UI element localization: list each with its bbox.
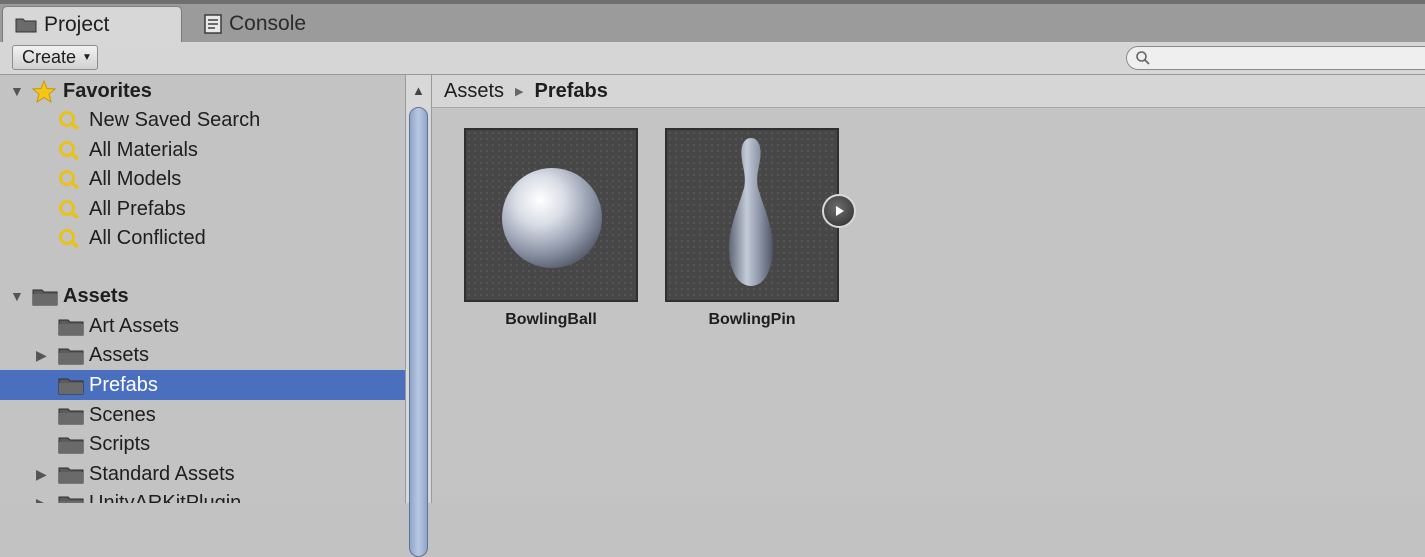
folder-icon <box>58 467 84 484</box>
favorite-item-label: All Conflicted <box>89 226 206 249</box>
folder-item-label: Prefabs <box>89 373 158 396</box>
expand-arrow-icon[interactable]: ▶ <box>36 466 47 483</box>
favorite-item-all-prefabs[interactable]: All Prefabs <box>0 194 405 224</box>
favorite-item-all-models[interactable]: All Models <box>0 164 405 194</box>
saved-search-icon <box>59 111 80 131</box>
expand-arrow-icon[interactable]: ▼ <box>10 83 24 99</box>
folder-icon <box>58 496 84 503</box>
create-dropdown-button[interactable]: Create ▼ <box>12 45 98 70</box>
folder-icon <box>58 437 84 454</box>
saved-search-icon <box>59 170 80 190</box>
asset-name-bowlingpin: BowlingPin <box>708 311 796 328</box>
saved-search-icon <box>59 200 80 220</box>
assets-label: Assets <box>63 284 129 307</box>
tab-strip-border <box>0 0 1425 4</box>
favorites-label: Favorites <box>63 79 152 102</box>
favorite-item-all-materials[interactable]: All Materials <box>0 135 405 165</box>
bowling-pin-preview-icon <box>729 138 773 286</box>
asset-tile-bowlingball[interactable] <box>464 128 638 302</box>
sphere-preview-icon <box>502 168 602 268</box>
folder-item-label: Scripts <box>89 432 151 455</box>
expand-arrow-icon[interactable]: ▶ <box>36 347 47 364</box>
favorites-header[interactable]: ▼ Favorites <box>0 76 405 106</box>
favorite-item-label: All Materials <box>89 138 198 161</box>
folder-icon <box>32 289 58 306</box>
folder-item-label: UnityARKitPlugin <box>89 491 242 504</box>
play-icon[interactable] <box>822 194 856 228</box>
chevron-down-icon: ▼ <box>82 52 92 63</box>
search-icon <box>1136 51 1150 65</box>
tab-console-label: Console <box>229 12 307 35</box>
breadcrumb-item-prefabs[interactable]: Prefabs <box>535 80 608 103</box>
asset-browser: Assets ▶ Prefabs BowlingBall BowlingPin <box>432 75 1425 503</box>
project-tree: ▼ Favorites New Saved Search All Materia… <box>0 75 405 503</box>
tab-strip: Project Console <box>0 0 1425 42</box>
folder-item-unityarkitplugin[interactable]: ▶ UnityARKitPlugin <box>0 488 405 503</box>
folder-item-prefabs[interactable]: Prefabs <box>0 370 405 400</box>
saved-search-icon <box>59 229 80 249</box>
scroll-up-arrow-icon[interactable]: ▲ <box>412 83 425 98</box>
folder-item-assets[interactable]: ▶ Assets <box>0 340 405 370</box>
folder-icon <box>58 319 84 336</box>
folder-item-label: Art Assets <box>89 314 180 337</box>
star-icon <box>32 80 56 103</box>
folder-item-label: Standard Assets <box>89 462 235 485</box>
folder-icon <box>15 18 37 33</box>
folder-icon <box>58 348 84 365</box>
favorite-item-label: All Models <box>89 167 182 190</box>
favorite-item-label: All Prefabs <box>89 197 186 220</box>
project-toolbar: Create ▼ <box>0 42 1425 75</box>
search-input[interactable] <box>1126 46 1425 70</box>
tab-console[interactable]: Console <box>200 6 344 42</box>
scrollbar-thumb[interactable] <box>409 107 428 557</box>
saved-search-icon <box>59 141 80 161</box>
folder-icon <box>58 408 84 425</box>
tab-project-label: Project <box>44 12 110 36</box>
folder-item-scripts[interactable]: Scripts <box>0 429 405 459</box>
breadcrumb-item-assets[interactable]: Assets <box>444 80 504 103</box>
play-triangle-icon <box>836 206 844 216</box>
assets-header[interactable]: ▼ Assets <box>0 281 405 311</box>
tree-scrollbar[interactable]: ▲ <box>405 75 432 557</box>
folder-item-standard-assets[interactable]: ▶ Standard Assets <box>0 459 405 489</box>
folder-item-scenes[interactable]: Scenes <box>0 400 405 430</box>
asset-name-bowlingball: BowlingBall <box>505 311 597 328</box>
folder-item-art-assets[interactable]: Art Assets <box>0 311 405 341</box>
tab-project[interactable]: Project <box>2 6 182 42</box>
folder-item-label: Scenes <box>89 403 156 426</box>
breadcrumb: Assets ▶ Prefabs <box>432 75 1425 108</box>
favorite-item-label: New Saved Search <box>89 108 261 131</box>
asset-tile-bowlingpin[interactable] <box>665 128 839 302</box>
expand-arrow-icon[interactable]: ▼ <box>10 288 24 304</box>
favorite-item-new-saved-search[interactable]: New Saved Search <box>0 105 405 135</box>
folder-icon <box>58 378 84 395</box>
favorite-item-all-conflicted[interactable]: All Conflicted <box>0 223 405 253</box>
create-label: Create <box>22 47 77 67</box>
folder-item-label: Assets <box>89 343 150 366</box>
breadcrumb-separator-icon: ▶ <box>515 85 524 98</box>
expand-arrow-icon[interactable]: ▶ <box>36 495 47 504</box>
console-icon <box>204 14 222 34</box>
